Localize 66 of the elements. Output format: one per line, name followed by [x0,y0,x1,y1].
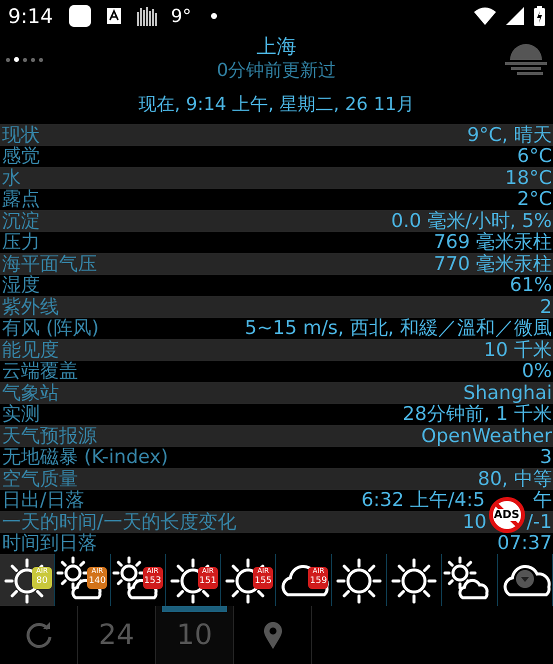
row-value: 0.0 毫米/小时, 5% [391,210,553,232]
air-value: 80 [36,576,48,587]
row-label: 气象站 [1,382,59,404]
row-value: 769 毫米汞柱 [434,231,553,254]
temperature-text: 9° [170,4,192,28]
battery-icon [534,6,545,26]
dot-icon [211,13,218,19]
row-value: 9°C, 晴天 [467,124,553,146]
row-value: 2°C [517,188,553,210]
update-time: 0分钟前更新过 [216,59,336,83]
row-value: 770 毫米汞柱 [434,252,553,275]
air-value: 140 [88,576,106,587]
row-label: 湿度 [1,274,40,296]
row-value: 6:32 上午/4:5 [361,489,485,512]
row-label: 一天的时间/一天的长度变化 [1,510,236,533]
row-label: 水 [1,166,21,189]
hours-tab[interactable]: 24 [78,606,155,664]
row-value: 18°C [505,166,553,189]
row-label: 有风 (阵风) [1,317,99,340]
signal-icon [506,7,524,25]
row-value: /-1 [526,510,552,533]
row-label: 能见度 [1,338,59,361]
air-value: 155 [254,576,272,587]
row-label: 实测 [1,403,40,426]
wifi-icon [474,7,496,25]
row-label: 云端覆盖 [1,360,78,382]
row-value: 0% [522,360,553,382]
air-value: 159 [310,576,328,587]
row-value: 2 [540,296,553,318]
row-label: 无地磁暴 (K-index) [1,446,168,468]
air-value: 151 [199,576,216,587]
air-value: 153 [144,576,162,587]
row-label: 压力 [1,231,40,254]
row-value: 6°C [517,145,553,168]
row-label: 空气质量 [1,468,78,490]
row-label: 沉淀 [1,210,40,232]
row-label: 时间到日落 [1,532,97,554]
row-label: 现状 [1,124,40,146]
forecast-day[interactable] [442,554,498,606]
row-value: 80, 中等 [478,468,553,490]
barcode-icon [136,6,157,26]
row-value: 10 千米 [484,338,553,361]
row-label: 海平面气压 [1,252,97,275]
city-name: 上海 [256,33,296,59]
row-label: 感觉 [1,145,40,168]
app-icon [68,5,91,27]
refresh-icon [24,620,54,650]
row-value: 10 [462,510,487,533]
row-value: 07:37 [497,532,553,554]
row-label: 露点 [1,188,40,210]
clock: 9:14 [8,3,53,30]
row-label: 紫外线 [1,296,59,318]
font-icon [106,8,121,24]
row-value: Shanghai [463,382,553,404]
current-date-time: 现在, 9:14 上午, 星期二, 26 11月 [138,93,414,117]
row-value: OpenWeather [421,424,553,447]
no-ads-badge[interactable]: ADS [488,497,525,534]
row-label: 日出/日落 [1,489,84,512]
fog-sun-icon [505,42,547,76]
row-value: 5~15 m/s, 西北, 和緩／溫和／微風 [244,317,553,340]
row-value: 28分钟前, 1 千米 [402,403,553,426]
row-label: 天气预报源 [1,424,97,447]
row-value: 61% [510,274,553,296]
row-value: 3 [540,446,553,468]
map-pin-icon [262,621,282,649]
row-value: 午 [533,489,552,512]
